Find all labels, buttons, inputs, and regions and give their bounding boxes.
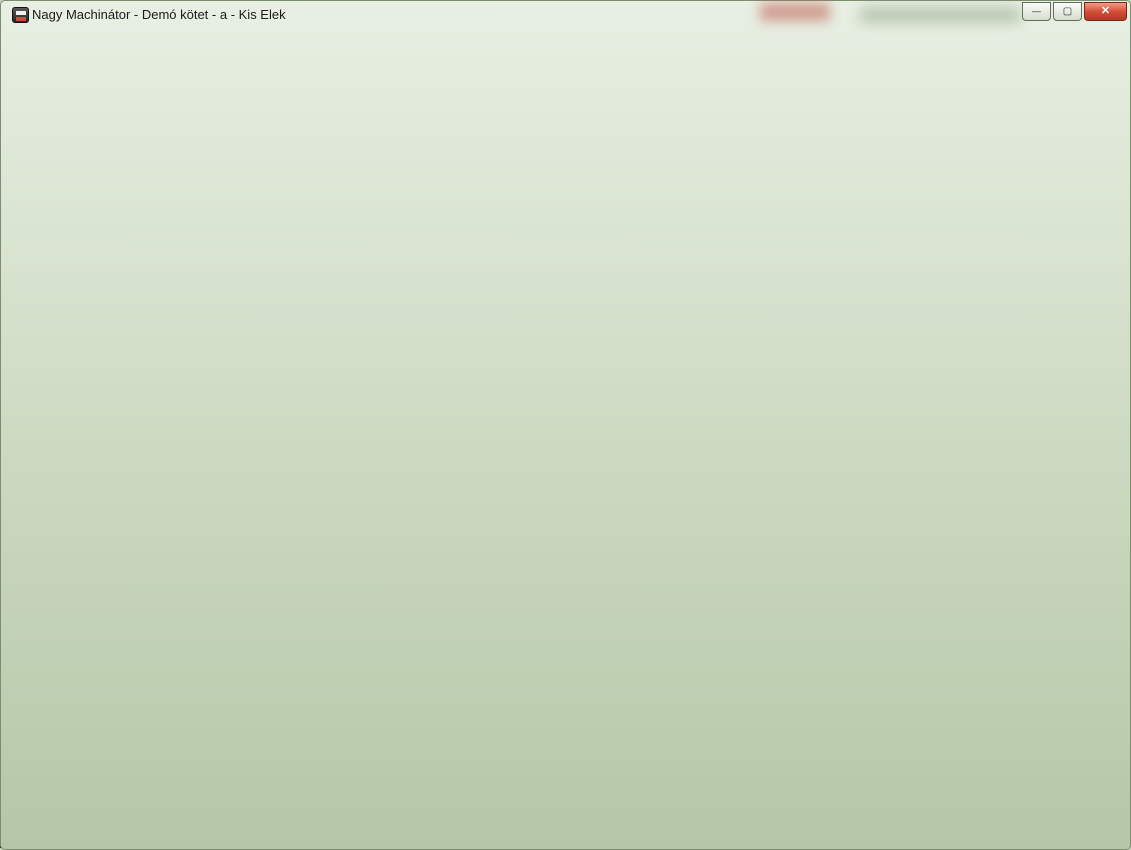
app-icon bbox=[12, 7, 29, 23]
desktop-bleedthrough bbox=[760, 3, 830, 21]
close-icon: ✕ bbox=[1101, 5, 1110, 17]
restore-button[interactable]: ▢ bbox=[1053, 2, 1082, 21]
close-button[interactable]: ✕ bbox=[1084, 2, 1127, 21]
restore-icon: ▢ bbox=[1063, 6, 1072, 17]
minimize-icon: — bbox=[1032, 6, 1041, 16]
desktop-bleedthrough bbox=[860, 8, 1020, 22]
app-title: Nagy Machinátor - Demó kötet - a - Kis E… bbox=[32, 7, 286, 22]
app-titlebar[interactable]: Nagy Machinátor - Demó kötet - a - Kis E… bbox=[0, 0, 1131, 30]
app-window-frame bbox=[0, 0, 1131, 850]
minimize-button[interactable]: — bbox=[1022, 2, 1051, 21]
